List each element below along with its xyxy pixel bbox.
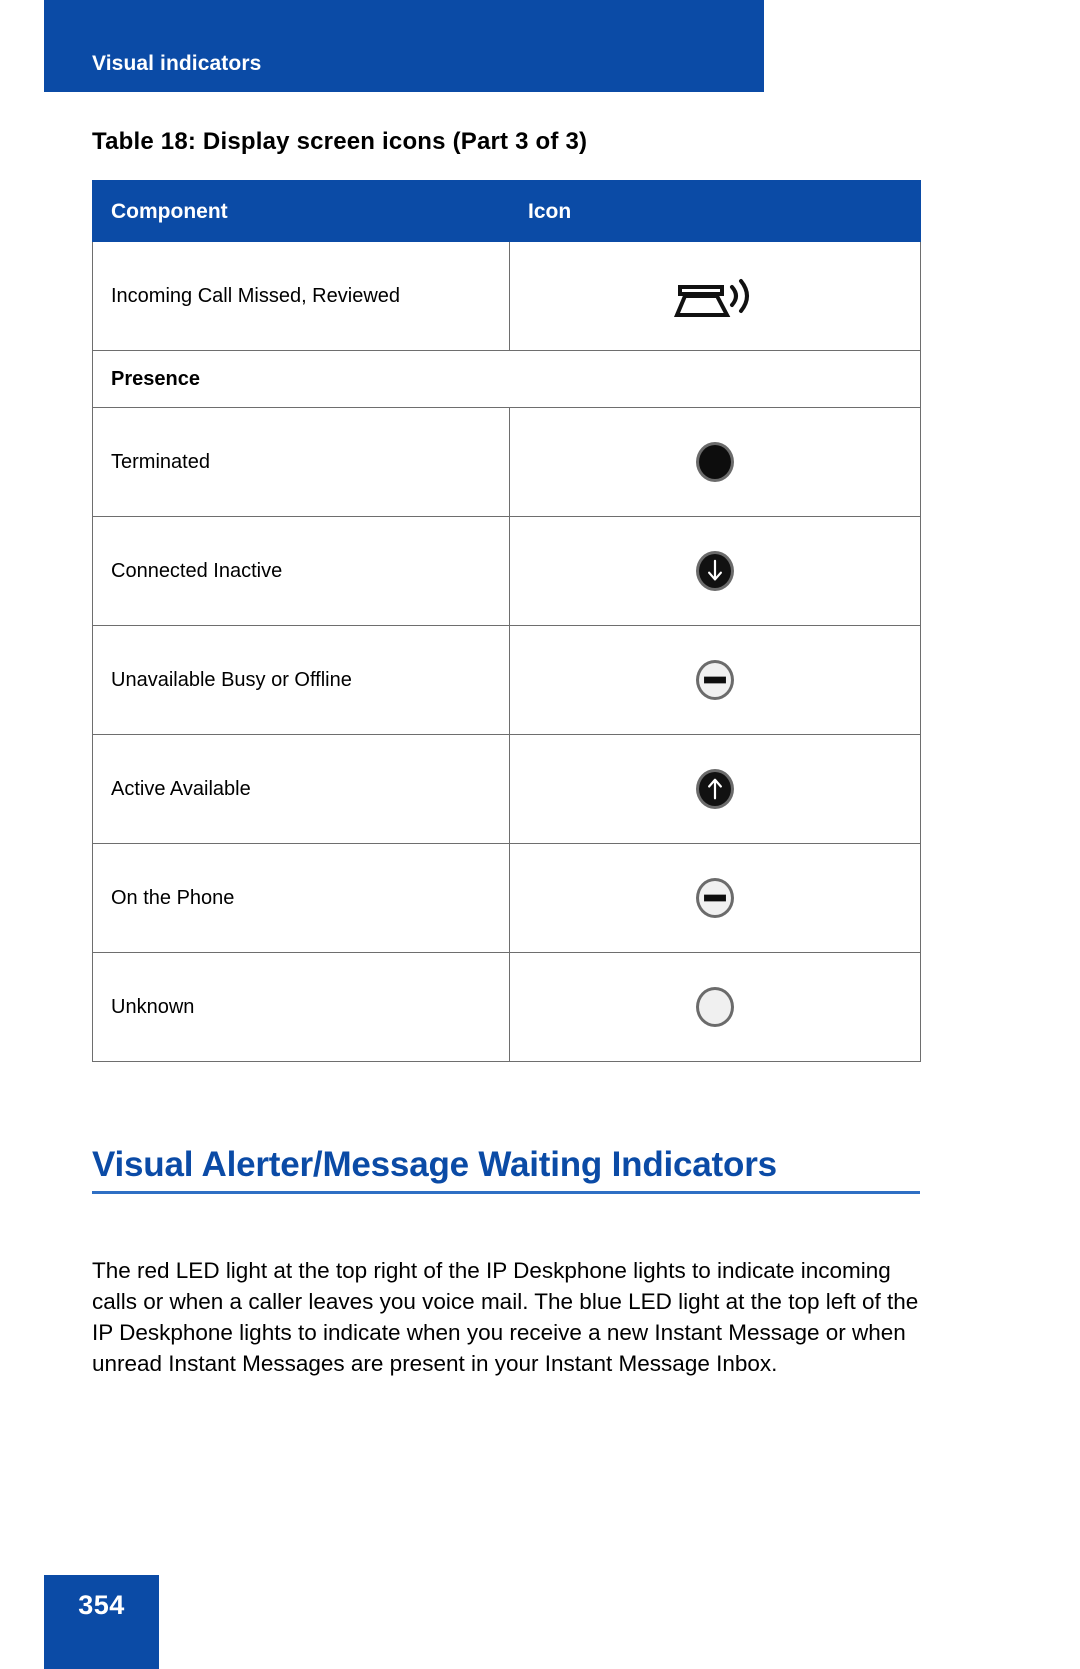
component-label: Connected Inactive — [92, 516, 510, 626]
table-section-row: Presence — [92, 350, 921, 408]
column-header-component: Component — [92, 180, 510, 242]
section-heading: Visual Alerter/Message Waiting Indicator… — [92, 1145, 920, 1194]
table-row: On the Phone — [92, 843, 921, 953]
presence-filled-dot-icon — [696, 442, 734, 482]
icon-cell — [509, 407, 921, 517]
icon-cell — [509, 241, 921, 351]
icon-cell — [509, 952, 921, 1062]
icon-cell — [509, 625, 921, 735]
table-row: Unknown — [92, 952, 921, 1062]
presence-empty-dot-icon — [696, 987, 734, 1027]
page-number: 354 — [78, 1590, 125, 1620]
presence-busy-bar-icon — [696, 660, 734, 700]
icon-cell — [509, 843, 921, 953]
table-header-row: Component Icon — [92, 180, 921, 242]
footer-page-badge: 354 — [44, 1575, 159, 1669]
section-heading-title: Visual Alerter/Message Waiting Indicator… — [92, 1145, 777, 1184]
component-label: Incoming Call Missed, Reviewed — [92, 241, 510, 351]
component-label: Terminated — [92, 407, 510, 517]
table-row: Terminated — [92, 407, 921, 517]
component-label: Unknown — [92, 952, 510, 1062]
phone-ringing-icon — [672, 272, 758, 320]
running-header-title: Visual indicators — [92, 52, 262, 75]
section-heading-rule — [92, 1191, 920, 1194]
section-label-presence: Presence — [92, 350, 921, 408]
table-row: Unavailable Busy or Offline — [92, 625, 921, 735]
table-row: Connected Inactive — [92, 516, 921, 626]
component-label: Active Available — [92, 734, 510, 844]
running-header-banner: Visual indicators — [44, 0, 764, 92]
table-row: Incoming Call Missed, Reviewed — [92, 241, 921, 351]
presence-up-arrow-icon — [696, 769, 734, 809]
table-caption: Table 18: Display screen icons (Part 3 o… — [92, 128, 588, 155]
icon-cell — [509, 734, 921, 844]
icon-cell — [509, 516, 921, 626]
column-header-icon: Icon — [509, 180, 921, 242]
component-label: On the Phone — [92, 843, 510, 953]
body-paragraph: The red LED light at the top right of th… — [92, 1257, 919, 1376]
component-label: Unavailable Busy or Offline — [92, 625, 510, 735]
table-row: Active Available — [92, 734, 921, 844]
presence-down-arrow-icon — [696, 551, 734, 591]
presence-busy-bar-icon — [696, 878, 734, 918]
display-screen-icons-table: Component Icon Incoming Call Missed, Rev… — [92, 180, 921, 1062]
